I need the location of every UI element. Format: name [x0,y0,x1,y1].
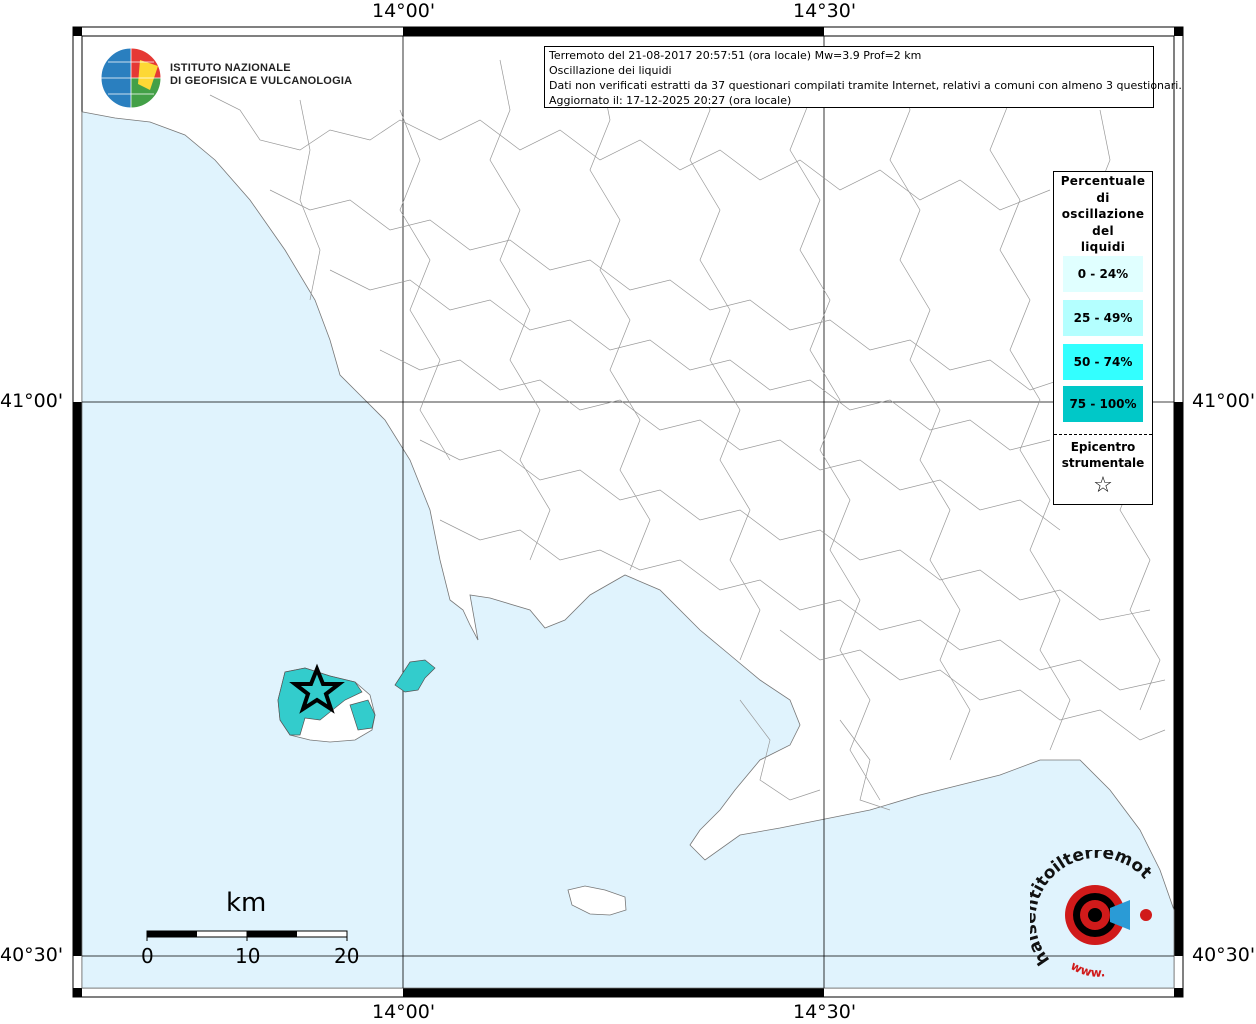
ingv-globe-logo [100,47,162,109]
legend-title: Percentuale di oscillazione del liquidi [1054,172,1152,256]
scale-tick-20: 20 [334,944,360,968]
watermark-text: haisentitoilterremoto.it [1030,850,1156,969]
legend-class-3: 75 - 100% [1063,386,1143,422]
lon-label-bottom-left: 14°00' [372,1001,436,1023]
data-note-line: Dati non verificati estratti da 37 quest… [549,79,1182,92]
lon-label-bottom-right: 14°30' [793,1001,857,1023]
legend-class-1: 25 - 49% [1063,300,1143,336]
legend-title-line: Percentuale [1060,174,1146,188]
scale-tick-0: 0 [141,944,154,968]
ingv-line2: DI GEOFISICA E VULCANOLOGIA [170,75,353,87]
ingv-logo-text: ISTITUTO NAZIONALE DI GEOFISICA E VULCAN… [170,62,352,88]
lat-label-left-upper: 41°00' [0,390,64,412]
svg-text:haisentitoilterremoto.it: haisentitoilterremoto.it [1030,850,1156,969]
event-info-box: Terremoto del 21-08-2017 20:57:51 (ora l… [544,46,1182,108]
lon-label-top-right: 14°30' [793,0,857,22]
scale-unit: km [226,888,267,918]
lat-label-left-lower: 40°30' [0,944,64,966]
star-icon: ☆ [1093,473,1113,498]
legend-title-line: oscillazione [1061,207,1145,221]
lat-label-right-upper: 41°00' [1192,390,1256,412]
legend-class-2: 50 - 74% [1063,344,1143,380]
legend: Percentuale di oscillazione del liquidi … [1053,171,1153,505]
watermark-www: www. [1068,959,1105,980]
legend-class-0: 0 - 24% [1063,256,1143,292]
scale-tick-10: 10 [235,944,261,968]
legend-epicenter-label: Epicentro strumentale [1054,439,1152,471]
legend-title-line: del [1092,223,1114,238]
svg-text:www.: www. [1068,959,1105,980]
haisentito-watermark: haisentitoilterremoto.it www. [1030,850,1156,980]
legend-epicenter-line: strumentale [1061,456,1145,470]
legend-title-line: liquidi [1080,240,1126,254]
updated-line: Aggiornato il: 17-12-2025 20:27 (ora loc… [549,94,792,107]
ingv-line1: ISTITUTO NAZIONALE [170,62,291,74]
event-line: Terremoto del 21-08-2017 20:57:51 (ora l… [549,49,922,62]
parameter-line: Oscillazione dei liquidi [549,64,672,77]
legend-title-line: di [1096,190,1110,205]
lon-label-top-left: 14°00' [372,0,436,22]
legend-separator [1054,434,1152,435]
legend-epicenter-line: Epicentro [1070,440,1136,454]
lat-label-right-lower: 40°30' [1192,944,1256,966]
